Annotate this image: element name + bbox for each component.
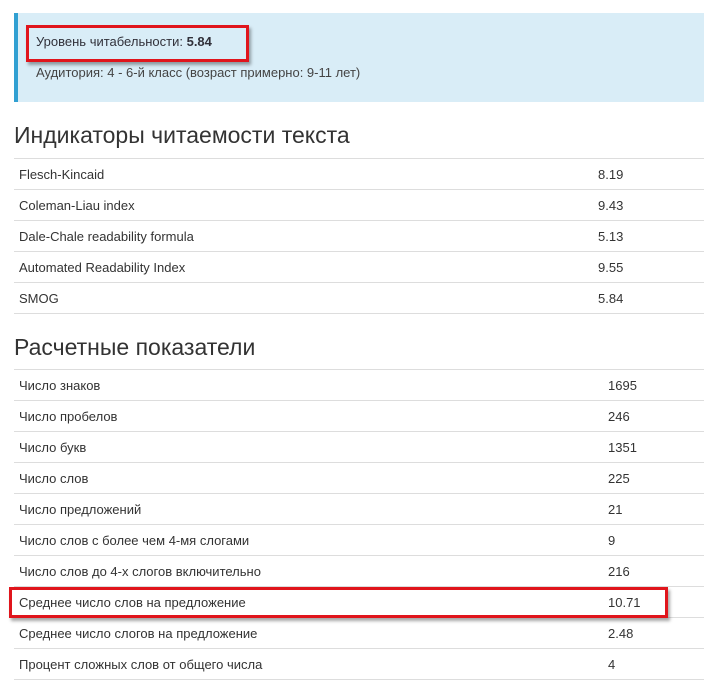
row-label: Flesch-Kincaid xyxy=(14,158,598,190)
table-row: Число букв 1351 xyxy=(14,431,704,463)
row-label: Число слов до 4-х слогов включительно xyxy=(14,555,608,587)
row-label: Число знаков xyxy=(14,369,608,401)
readability-report: Уровень читабельности: 5.84 Аудитория: 4… xyxy=(0,0,720,696)
level-highlight-box xyxy=(26,25,249,62)
row-value: 5.13 xyxy=(598,220,704,252)
row-value: 1351 xyxy=(608,431,704,463)
table-row: Coleman-Liau index 9.43 xyxy=(14,189,704,221)
row-label: Dale-Chale readability formula xyxy=(14,220,598,252)
row-value: 8.19 xyxy=(598,158,704,190)
table-row: Процент сложных слов от общего числа 4 xyxy=(14,648,704,680)
table-row: Automated Readability Index 9.55 xyxy=(14,251,704,283)
row-value: 21 xyxy=(608,493,704,525)
avg-words-highlight-box xyxy=(9,587,668,618)
row-label: Число пробелов xyxy=(14,400,608,432)
row-label: Число слов xyxy=(14,462,608,494)
row-value: 2.48 xyxy=(608,617,704,649)
row-label: Процент сложных слов от общего числа xyxy=(14,648,608,680)
indicators-title: Индикаторы читаемости текста xyxy=(14,122,350,148)
table-row: Среднее число слогов на предложение 2.48 xyxy=(14,617,704,649)
row-value: 225 xyxy=(608,462,704,494)
row-value: 216 xyxy=(608,555,704,587)
table-row: Число пробелов 246 xyxy=(14,400,704,432)
indicators-table: Flesch-Kincaid 8.19 Coleman-Liau index 9.43… xyxy=(14,158,704,314)
table-row: Число слов 225 xyxy=(14,462,704,494)
row-label: SMOG xyxy=(14,282,598,314)
row-label: Число предложений xyxy=(14,493,608,525)
metrics-title: Расчетные показатели xyxy=(14,334,256,360)
row-label: Число слов с более чем 4-мя слогами xyxy=(14,524,608,556)
row-value: 5.84 xyxy=(598,282,704,314)
row-value: 9.43 xyxy=(598,189,704,221)
row-label: Число букв xyxy=(14,431,608,463)
row-label: Automated Readability Index xyxy=(14,251,598,283)
table-row: Число слов с более чем 4-мя слогами 9 xyxy=(14,524,704,556)
table-row: SMOG 5.84 xyxy=(14,282,704,314)
audience-text: Аудитория: 4 - 6-й класс (возраст пример… xyxy=(36,65,361,80)
table-row: Число слов до 4-х слогов включительно 216 xyxy=(14,555,704,587)
row-label: Среднее число слогов на предложение xyxy=(14,617,608,649)
row-value: 4 xyxy=(608,648,704,680)
row-value: 9 xyxy=(608,524,704,556)
table-row: Dale-Chale readability formula 5.13 xyxy=(14,220,704,252)
row-value: 246 xyxy=(608,400,704,432)
table-row: Число знаков 1695 xyxy=(14,369,704,401)
table-row: Число предложений 21 xyxy=(14,493,704,525)
metrics-table: Число знаков 1695 Число пробелов 246 Число б… xyxy=(14,369,704,680)
row-value: 1695 xyxy=(608,369,704,401)
table-row: Flesch-Kincaid 8.19 xyxy=(14,158,704,190)
row-label: Coleman-Liau index xyxy=(14,189,598,221)
row-value: 9.55 xyxy=(598,251,704,283)
